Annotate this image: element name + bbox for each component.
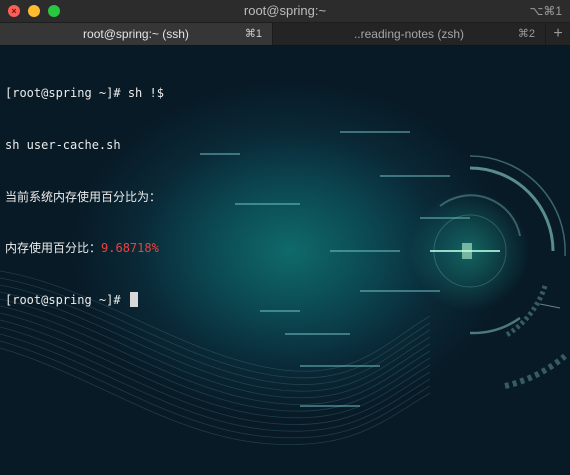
title-bar[interactable]: × root@spring:~ ⌥⌘1 — [0, 0, 570, 23]
terminal-lines: [root@spring ~]# sh !$ sh user-cache.sh … — [5, 51, 164, 343]
window-shortcut: ⌥⌘1 — [529, 4, 562, 18]
tab-reading-notes[interactable]: ..reading-notes (zsh) ⌘2 — [273, 23, 546, 45]
prompt: [root@spring ~]# — [5, 292, 121, 307]
terminal-window: × root@spring:~ ⌥⌘1 root@spring:~ (ssh) … — [0, 0, 570, 475]
tab-label: root@spring:~ (ssh) — [83, 27, 189, 41]
new-tab-button[interactable]: + — [546, 23, 570, 45]
prompt-line: [root@spring ~]# — [5, 291, 164, 309]
output-line: 当前系统内存使用百分比为： — [5, 189, 162, 204]
tab-bar: root@spring:~ (ssh) ⌘1 ..reading-notes (… — [0, 23, 570, 46]
command-echo: sh user-cache.sh — [5, 138, 121, 152]
window-title: root@spring:~ — [243, 3, 327, 18]
tab-shortcut: ⌘1 — [244, 28, 262, 40]
result-value: 9.68718% — [101, 241, 159, 256]
plus-icon: + — [553, 25, 563, 42]
text-cursor — [129, 291, 138, 307]
result-label: 内存使用百分比： — [5, 241, 102, 256]
ring-graphic — [410, 155, 567, 389]
tab-shortcut: ⌘2 — [517, 28, 535, 40]
terminal-output[interactable]: [root@spring ~]# sh !$ sh user-cache.sh … — [0, 46, 570, 475]
tab-ssh[interactable]: root@spring:~ (ssh) ⌘1 — [0, 23, 273, 45]
tab-label: ..reading-notes (zsh) — [353, 27, 465, 41]
command-line: [root@spring ~]# sh !$ — [5, 86, 164, 101]
output-result: 内存使用百分比：9.68718% — [5, 240, 164, 257]
